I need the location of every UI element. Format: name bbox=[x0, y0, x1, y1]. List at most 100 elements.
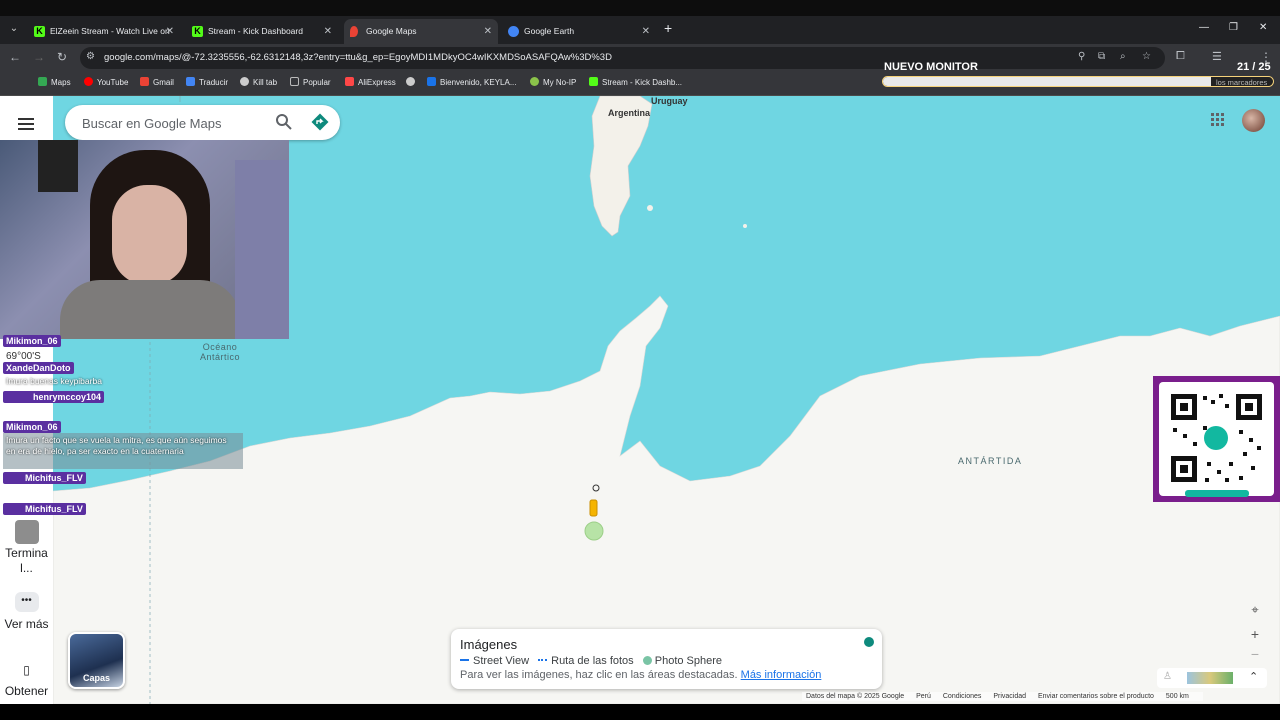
bookmark-aliexpress[interactable]: AliExpress bbox=[345, 77, 396, 87]
more-dots-icon[interactable]: ••• bbox=[0, 592, 53, 612]
bookmark-star-icon[interactable]: ☆ bbox=[1142, 51, 1151, 62]
bookmark-kick-dashboard[interactable]: Stream - Kick Dashb... bbox=[589, 77, 682, 87]
bookmark-traducir[interactable]: Traducir bbox=[186, 77, 228, 87]
hamburger-menu-icon[interactable] bbox=[18, 118, 34, 130]
pegman-icon[interactable]: ♙ bbox=[1163, 671, 1172, 682]
install-app-icon[interactable]: ⧉ bbox=[1098, 51, 1105, 62]
bookmarks-folder-label: los marcadores bbox=[1216, 78, 1268, 87]
search-icon[interactable] bbox=[275, 113, 293, 131]
maps-icon bbox=[38, 77, 47, 86]
webcam-overlay bbox=[0, 140, 289, 339]
footer-scale: 500 km bbox=[1165, 693, 1189, 700]
reading-list-icon[interactable]: ☰ bbox=[1212, 50, 1222, 63]
label-oceano-antartico: Océano Antártico bbox=[199, 342, 241, 362]
close-icon[interactable]: ✕ bbox=[166, 19, 174, 44]
kick-icon: K bbox=[34, 26, 45, 37]
bookmark-label: Kill tab bbox=[253, 78, 278, 87]
google-apps-grid-icon[interactable] bbox=[1211, 113, 1225, 127]
legend-photo-route: Ruta de las fotos bbox=[551, 655, 634, 667]
map-thumbnails-strip[interactable]: ♙ ⌃ bbox=[1157, 668, 1267, 688]
expand-up-icon[interactable]: ⌃ bbox=[1249, 670, 1258, 683]
zoom-out-icon[interactable]: − bbox=[1244, 646, 1266, 662]
more-info-link[interactable]: Más información bbox=[741, 669, 822, 681]
tab-strip: ⌄ K ElZeein Stream - Watch Live on ✕ K S… bbox=[0, 16, 1280, 44]
streamer-face bbox=[112, 185, 187, 285]
terminal-avatar-icon[interactable] bbox=[0, 520, 53, 544]
imagery-thumbnails[interactable] bbox=[1187, 672, 1233, 684]
bookmark-youtube[interactable]: YouTube bbox=[84, 77, 128, 87]
layers-button[interactable]: Capas bbox=[68, 632, 125, 689]
folder-icon bbox=[290, 77, 299, 86]
my-location-icon[interactable]: ⌖ bbox=[1244, 602, 1266, 618]
images-card[interactable]: Imágenes Street View Ruta de las fotos P… bbox=[451, 629, 882, 689]
footer-privacy[interactable]: Privacidad bbox=[993, 693, 1026, 700]
label-argentina: Argentina bbox=[608, 108, 651, 118]
tab-label: Stream - Kick Dashboard bbox=[208, 26, 303, 36]
maximize-icon[interactable]: ❐ bbox=[1229, 22, 1238, 33]
address-bar[interactable]: ⚙ google.com/maps/@-72.3235556,-62.63121… bbox=[80, 47, 1165, 69]
footer-feedback[interactable]: Enviar comentarios sobre el producto bbox=[1038, 693, 1154, 700]
bookmark-no-ip[interactable]: My No-IP bbox=[530, 77, 576, 87]
bookmark-gmail[interactable]: Gmail bbox=[140, 77, 174, 87]
close-icon[interactable]: ✕ bbox=[484, 19, 492, 44]
extensions-icon[interactable]: ⧠ bbox=[1176, 50, 1185, 63]
bookmark-label: Gmail bbox=[153, 78, 174, 87]
zoom-in-icon[interactable]: + bbox=[1244, 626, 1266, 642]
reload-icon[interactable]: ↻ bbox=[57, 50, 67, 64]
bookmark-globe[interactable] bbox=[406, 77, 419, 87]
site-info-icon[interactable]: ⚙ bbox=[86, 51, 95, 62]
bookmark-kill-tab[interactable]: Kill tab bbox=[240, 77, 277, 87]
rail-more-label[interactable]: Ver más bbox=[0, 617, 53, 632]
search-input[interactable]: Buscar en Google Maps bbox=[82, 116, 221, 131]
gmail-icon bbox=[140, 77, 149, 86]
search-box[interactable]: Buscar en Google Maps bbox=[65, 105, 340, 140]
street-view-line-icon bbox=[460, 659, 469, 661]
tab-elzeein-stream[interactable]: K ElZeein Stream - Watch Live on ✕ bbox=[28, 19, 180, 44]
rail-terminal-label[interactable]: Termina l... bbox=[0, 546, 53, 576]
no-ip-icon bbox=[530, 77, 539, 86]
footer-country[interactable]: Perú bbox=[916, 693, 931, 700]
back-arrow-icon[interactable]: ← bbox=[9, 50, 21, 64]
bookmark-label: Maps bbox=[51, 78, 71, 87]
site-icon bbox=[427, 77, 436, 86]
globe-icon bbox=[240, 77, 249, 86]
bookmark-label: Traducir bbox=[199, 78, 229, 87]
close-icon[interactable]: ✕ bbox=[642, 19, 650, 44]
rail-get-label[interactable]: Obtener bbox=[0, 684, 53, 699]
minimize-icon[interactable]: — bbox=[1199, 22, 1209, 33]
navigation-bar: ← → ↻ ⚙ google.com/maps/@-72.3235556,-62… bbox=[0, 44, 1280, 72]
tab-google-maps[interactable]: Google Maps ✕ bbox=[344, 19, 498, 44]
images-card-title: Imágenes bbox=[460, 637, 518, 652]
footer-terms[interactable]: Condiciones bbox=[943, 693, 982, 700]
tab-kick-dashboard[interactable]: K Stream - Kick Dashboard ✕ bbox=[186, 19, 338, 44]
overlay-progress-fill bbox=[883, 77, 1211, 86]
photo-route-line-icon bbox=[538, 659, 548, 661]
images-toggle[interactable] bbox=[864, 637, 874, 647]
kick-icon: K bbox=[192, 26, 203, 37]
url-text[interactable]: google.com/maps/@-72.3235556,-62.6312148… bbox=[104, 52, 612, 63]
globe-icon bbox=[406, 77, 415, 86]
directions-icon[interactable] bbox=[311, 113, 329, 131]
chat-user: XandeDanDoto bbox=[3, 362, 74, 374]
location-icon[interactable]: ⚲ bbox=[1078, 51, 1085, 62]
tab-label: ElZeein Stream - Watch Live on bbox=[50, 26, 170, 36]
bookmark-bienvenido[interactable]: Bienvenido, KEYLA... bbox=[427, 77, 517, 87]
close-icon[interactable]: ✕ bbox=[324, 19, 332, 44]
overlay-title: NUEVO MONITOR bbox=[884, 61, 978, 73]
account-avatar[interactable] bbox=[1242, 109, 1265, 132]
forward-arrow-icon[interactable]: → bbox=[33, 50, 45, 64]
map-coordinate-label: 69°00'S bbox=[6, 351, 41, 362]
new-tab-plus-icon[interactable]: + bbox=[664, 20, 672, 36]
images-hint-text: Para ver las imágenes, haz clic en las á… bbox=[460, 669, 738, 681]
zoom-icon[interactable]: ⌕ bbox=[1120, 51, 1126, 62]
qr-note-banner bbox=[1185, 490, 1249, 497]
tab-search-chevron-icon[interactable]: ⌄ bbox=[6, 21, 22, 37]
bookmark-popular[interactable]: Popular bbox=[290, 77, 331, 87]
bookmark-maps[interactable]: Maps bbox=[38, 77, 71, 87]
screen-bottom-bar bbox=[0, 704, 1280, 720]
window-close-icon[interactable]: ✕ bbox=[1259, 22, 1267, 33]
tab-google-earth[interactable]: Google Earth ✕ bbox=[502, 19, 656, 44]
streamer-shirt bbox=[60, 280, 240, 339]
earth-icon bbox=[508, 26, 519, 37]
phone-icon[interactable]: ▯ bbox=[0, 663, 53, 678]
